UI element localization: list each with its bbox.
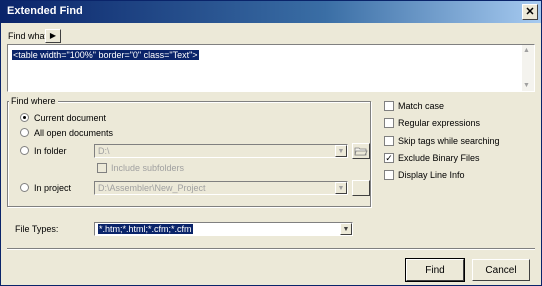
- include-subfolders-label: Include subfolders: [111, 163, 185, 173]
- cancel-button[interactable]: Cancel: [472, 259, 530, 281]
- skip-tags-checkbox[interactable]: [384, 136, 394, 146]
- scroll-up-icon[interactable]: ▲: [523, 47, 530, 54]
- project-value: D:\Assembler\New_Project: [98, 183, 206, 193]
- radio-in-project[interactable]: [20, 183, 29, 192]
- chevron-down-icon: ▼: [337, 147, 345, 155]
- find-history-button[interactable]: ▶: [45, 29, 61, 43]
- project-combo[interactable]: D:\Assembler\New_Project ▼: [94, 181, 348, 195]
- folder-dropdown-button[interactable]: ▼: [335, 145, 347, 157]
- current-document-label: Current document: [34, 113, 107, 123]
- find-what-label: Find what:: [8, 31, 50, 41]
- find-button-label: Find: [425, 264, 445, 276]
- file-types-combo[interactable]: *.htm;*.html;*.cfm;*.cfm ▼: [94, 222, 353, 236]
- title-bar[interactable]: Extended Find ✕: [1, 1, 541, 23]
- cancel-button-label: Cancel: [485, 264, 517, 276]
- scroll-down-icon[interactable]: ▼: [523, 82, 530, 89]
- chevron-down-icon: ▼: [337, 184, 345, 192]
- close-button[interactable]: ✕: [522, 4, 538, 20]
- checkmark-icon: ✓: [385, 153, 393, 163]
- play-arrow-icon: ▶: [49, 31, 57, 40]
- file-types-label: File Types:: [15, 224, 59, 234]
- find-button[interactable]: Find: [405, 258, 465, 282]
- find-what-text: <table width="100%" border="0" class="Te…: [12, 50, 199, 60]
- separator: [7, 248, 535, 250]
- in-project-label: In project: [34, 183, 72, 193]
- find-where-title: Find where: [9, 96, 58, 106]
- match-case-label: Match case: [398, 101, 445, 111]
- folder-value: D:\: [98, 146, 110, 156]
- radio-all-open-documents[interactable]: [20, 128, 29, 137]
- exclude-binary-label: Exclude Binary Files: [398, 153, 480, 163]
- project-dropdown-button[interactable]: ▼: [335, 182, 347, 194]
- folder-open-icon: [354, 147, 368, 156]
- display-line-info-label: Display Line Info: [398, 170, 465, 180]
- folder-combo[interactable]: D:\ ▼: [94, 144, 348, 158]
- browse-folder-button[interactable]: [352, 143, 370, 159]
- display-line-info-checkbox[interactable]: [384, 170, 394, 180]
- window-title: Extended Find: [7, 5, 83, 17]
- file-types-dropdown-button[interactable]: ▼: [340, 223, 352, 235]
- in-folder-label: In folder: [34, 146, 67, 156]
- all-open-documents-label: All open documents: [34, 128, 114, 138]
- radio-in-folder[interactable]: [20, 146, 29, 155]
- regex-label: Regular expressions: [398, 118, 481, 128]
- exclude-binary-checkbox[interactable]: ✓: [384, 153, 394, 163]
- chevron-down-icon: ▼: [342, 225, 350, 233]
- skip-tags-label: Skip tags while searching: [398, 136, 500, 146]
- regex-checkbox[interactable]: [384, 118, 394, 128]
- find-what-scrollbar[interactable]: ▲ ▼: [522, 45, 534, 91]
- file-types-value: *.htm;*.html;*.cfm;*.cfm: [98, 224, 193, 234]
- close-icon: ✕: [525, 5, 535, 18]
- extended-find-dialog: Extended Find ✕ Find what: ▶ <table widt…: [0, 0, 542, 286]
- include-subfolders-checkbox[interactable]: [97, 163, 107, 173]
- browse-project-button[interactable]: [352, 180, 370, 196]
- radio-current-document[interactable]: [20, 113, 29, 122]
- match-case-checkbox[interactable]: [384, 101, 394, 111]
- find-what-textarea[interactable]: <table width="100%" border="0" class="Te…: [7, 44, 535, 92]
